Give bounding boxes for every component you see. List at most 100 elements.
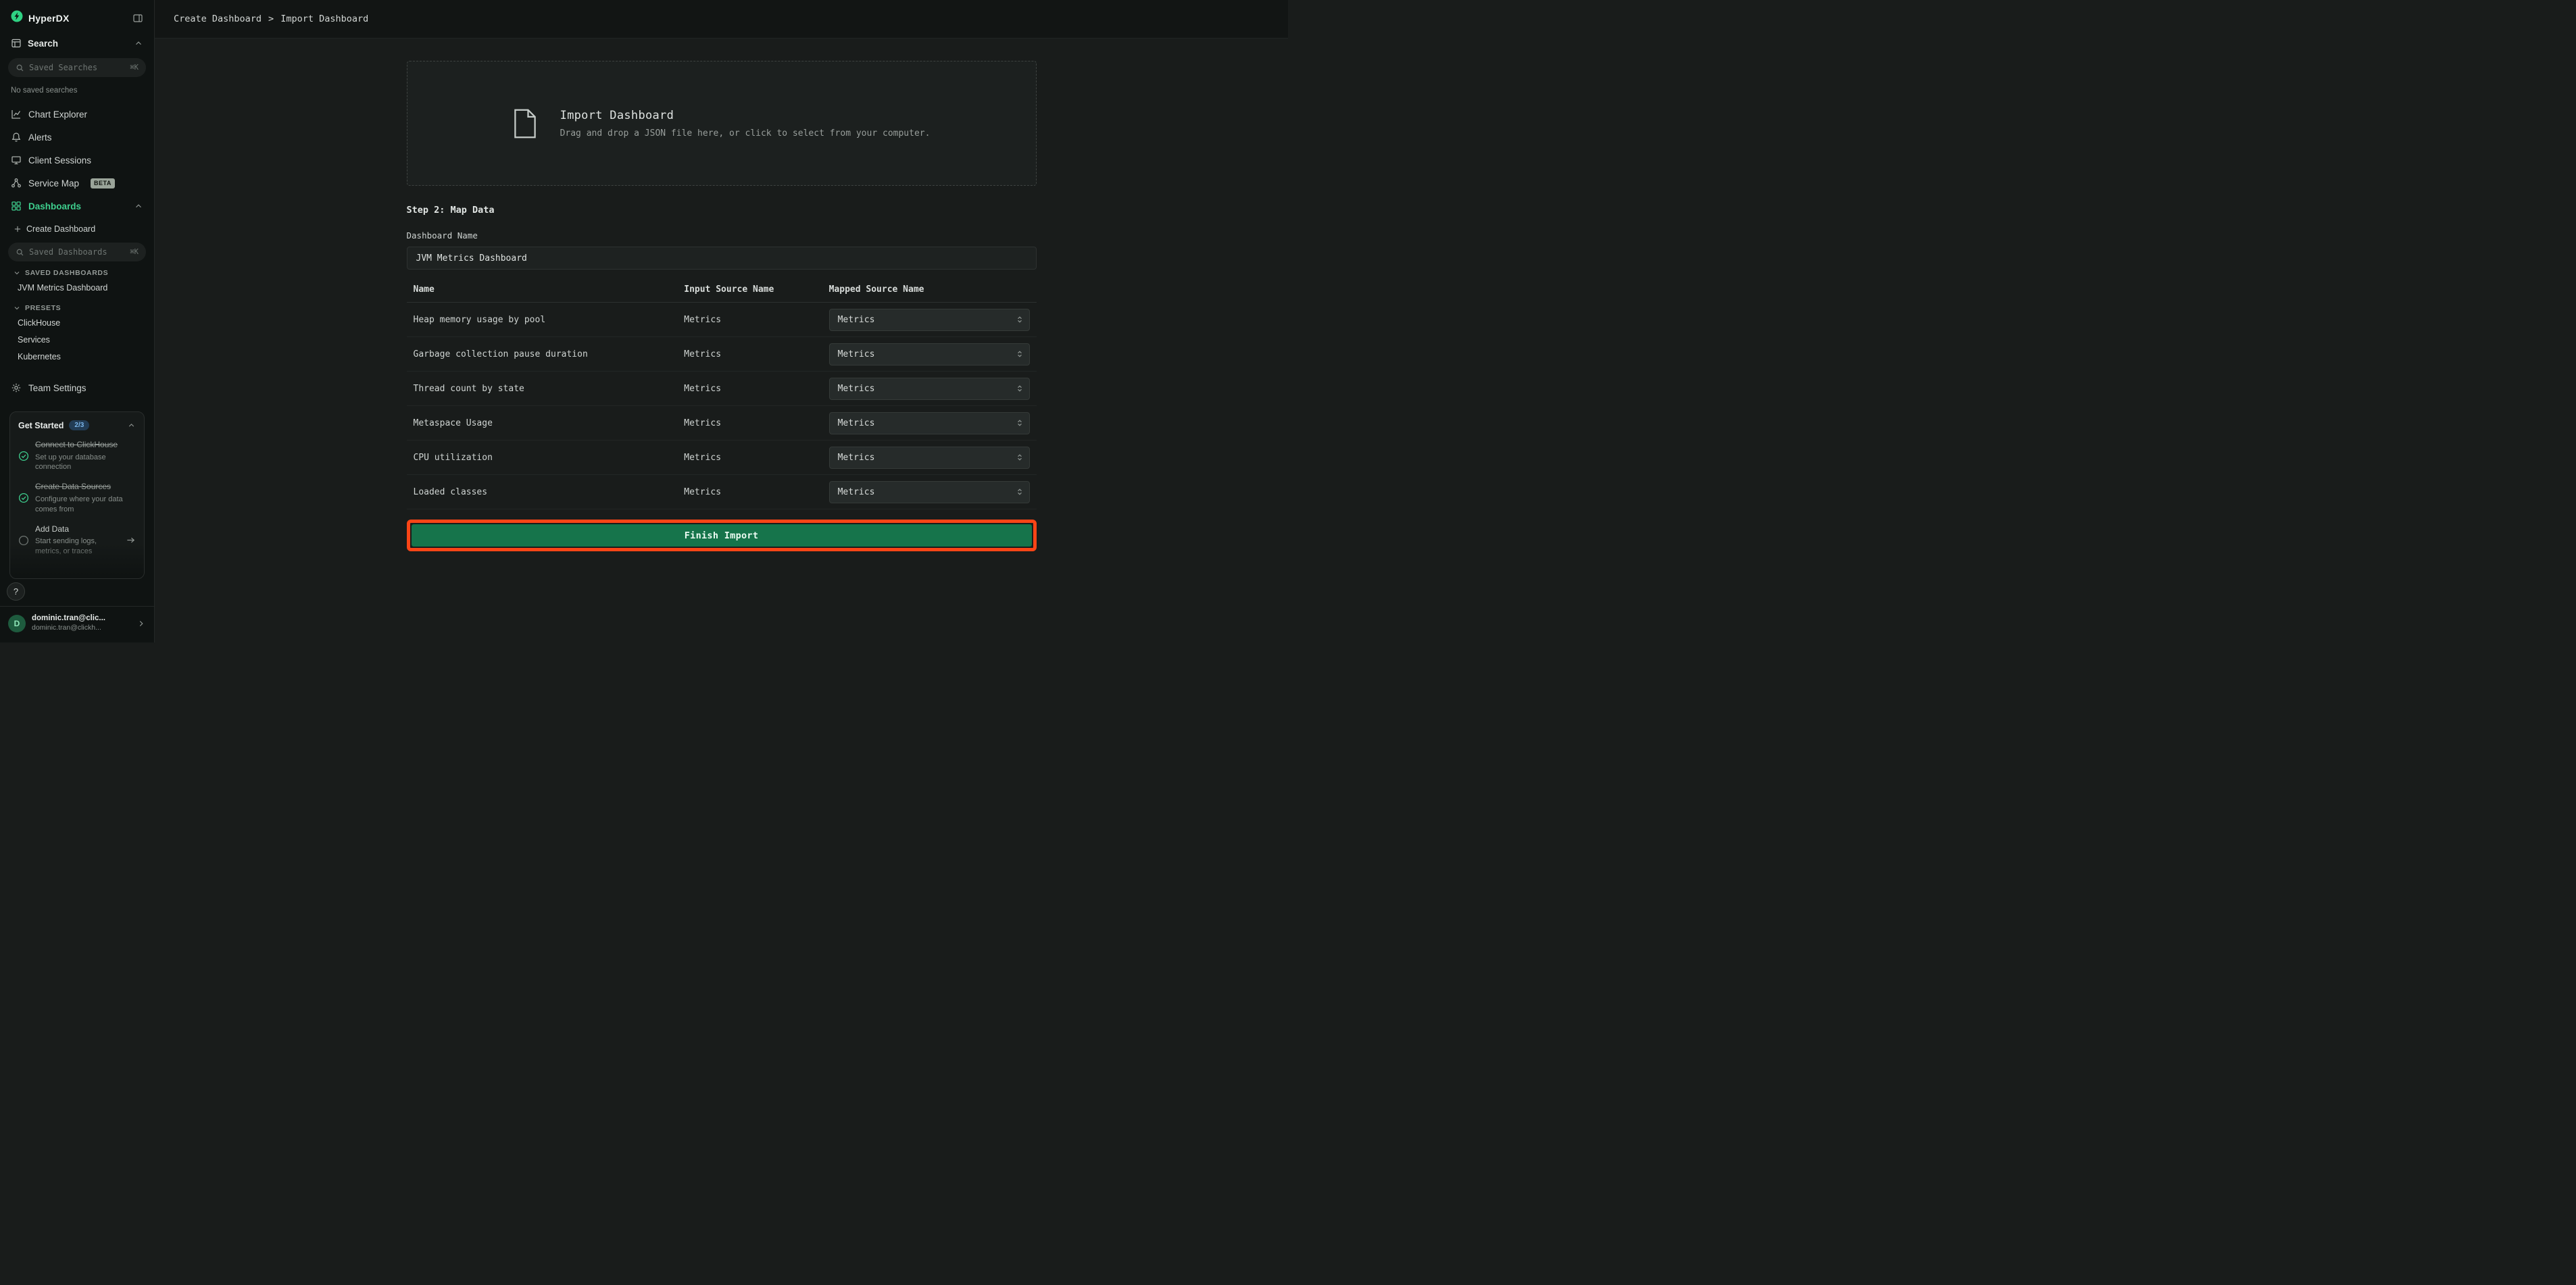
- nav-label: Alerts: [28, 132, 52, 143]
- mapped-source-select[interactable]: Metrics: [829, 309, 1031, 331]
- sidebar-item-chart-explorer[interactable]: Chart Explorer: [0, 103, 154, 126]
- app-title: HyperDX: [28, 13, 70, 24]
- finish-import-button[interactable]: Finish Import: [412, 524, 1032, 547]
- sidebar-item-alerts[interactable]: Alerts: [0, 126, 154, 149]
- get-started-item-title: Create Data Sources: [35, 482, 136, 493]
- logo-row: HyperDX: [0, 0, 154, 32]
- preset-item-clickhouse[interactable]: ClickHouse: [0, 315, 154, 332]
- get-started-item-subtitle: Set up your database connection: [35, 453, 136, 473]
- search-section-toggle[interactable]: Search: [0, 32, 154, 55]
- saved-dashboards-input[interactable]: [29, 247, 125, 257]
- get-started-item-connect[interactable]: Connect to ClickHouse Set up your databa…: [18, 440, 136, 472]
- nav-label: Dashboards: [28, 201, 81, 211]
- team-settings-label: Team Settings: [28, 383, 86, 393]
- empty-circle-icon: [18, 535, 29, 546]
- help-button[interactable]: ?: [7, 582, 25, 601]
- mapping-table-body: Heap memory usage by pool Metrics Metric…: [407, 303, 1037, 509]
- row-name: Thread count by state: [407, 384, 678, 394]
- row-name: Garbage collection pause duration: [407, 349, 678, 359]
- table-row: Thread count by state Metrics Metrics: [407, 372, 1037, 406]
- presets-section-toggle[interactable]: Presets: [0, 297, 154, 315]
- mapping-table-header: Name Input Source Name Mapped Source Nam…: [407, 284, 1037, 303]
- mapped-source-select[interactable]: Metrics: [829, 343, 1031, 366]
- top-bar: Create Dashboard > Import Dashboard: [155, 0, 1288, 39]
- check-circle-icon: [18, 451, 29, 461]
- gear-icon: [11, 382, 22, 393]
- sidebar-item-service-map[interactable]: Service Map BETA: [0, 172, 154, 195]
- get-started-header[interactable]: Get Started 2/3: [18, 420, 136, 430]
- chevron-down-icon: [13, 304, 21, 312]
- sidebar-nav: Chart Explorer Alerts Client Sessions Se…: [0, 103, 154, 218]
- row-name: Loaded classes: [407, 487, 678, 497]
- chevron-right-icon: [137, 619, 146, 628]
- chevron-up-icon: [134, 39, 143, 48]
- saved-searches-search[interactable]: ⌘K: [8, 58, 146, 77]
- user-name: dominic.tran@clic...: [32, 613, 130, 624]
- saved-searches-input[interactable]: [29, 63, 125, 72]
- shortcut-badge: ⌘K: [130, 64, 139, 72]
- preset-item-services[interactable]: Services: [0, 332, 154, 349]
- progress-badge: 2/3: [69, 420, 89, 430]
- sidebar-item-team-settings[interactable]: Team Settings: [0, 376, 154, 399]
- create-dashboard-button[interactable]: Create Dashboard: [0, 219, 154, 239]
- mapped-source-value: Metrics: [838, 384, 875, 394]
- select-chevrons-icon: [1016, 350, 1024, 358]
- chevron-up-icon: [127, 421, 136, 430]
- sidebar-item-client-sessions[interactable]: Client Sessions: [0, 149, 154, 172]
- table-row: Heap memory usage by pool Metrics Metric…: [407, 303, 1037, 337]
- saved-dashboards-section-label: Saved Dashboards: [25, 269, 108, 277]
- mapped-source-value: Metrics: [838, 418, 875, 428]
- select-chevrons-icon: [1016, 453, 1024, 461]
- row-name: CPU utilization: [407, 453, 678, 463]
- service-map-icon: [11, 178, 22, 188]
- breadcrumb-parent[interactable]: Create Dashboard: [174, 14, 262, 24]
- get-started-item-subtitle: Start sending logs, metrics, or traces: [35, 536, 117, 557]
- arrow-right-icon: [126, 535, 136, 545]
- mapped-source-select[interactable]: Metrics: [829, 412, 1031, 434]
- sidebar: HyperDX Search ⌘K No saved searches: [0, 0, 155, 642]
- dropzone-subtitle: Drag and drop a JSON file here, or click…: [560, 128, 931, 138]
- preset-item-kubernetes[interactable]: Kubernetes: [0, 349, 154, 366]
- annotation-highlight-box: Finish Import: [407, 520, 1037, 551]
- get-started-item-sources[interactable]: Create Data Sources Configure where your…: [18, 482, 136, 514]
- chevron-up-icon: [134, 201, 143, 211]
- dashboard-name-input[interactable]: [407, 247, 1037, 270]
- search-section-label: Search: [28, 39, 58, 49]
- table-row: Garbage collection pause duration Metric…: [407, 337, 1037, 372]
- shortcut-badge: ⌘K: [130, 248, 139, 256]
- select-chevrons-icon: [1016, 419, 1024, 427]
- row-input-source-name: Metrics: [677, 315, 822, 325]
- saved-dashboards-section-toggle[interactable]: Saved Dashboards: [0, 261, 154, 280]
- saved-dashboards-search[interactable]: ⌘K: [8, 243, 146, 261]
- sidebar-collapse-icon[interactable]: [132, 13, 143, 24]
- row-input-source-name: Metrics: [677, 349, 822, 359]
- import-dropzone[interactable]: Import Dashboard Drag and drop a JSON fi…: [407, 61, 1037, 186]
- nav-label: Service Map: [28, 178, 79, 188]
- row-input-source-name: Metrics: [677, 453, 822, 463]
- row-name: Metaspace Usage: [407, 418, 678, 428]
- search-icon: [16, 64, 24, 72]
- main-area: Create Dashboard > Import Dashboard Impo…: [155, 0, 1288, 642]
- saved-dashboard-item[interactable]: JVM Metrics Dashboard: [0, 280, 154, 297]
- mapped-source-select[interactable]: Metrics: [829, 378, 1031, 400]
- row-input-source-name: Metrics: [677, 384, 822, 394]
- row-input-source-name: Metrics: [677, 487, 822, 497]
- create-dashboard-label: Create Dashboard: [26, 224, 95, 234]
- get-started-item-add-data[interactable]: Add Data Start sending logs, metrics, or…: [18, 524, 136, 557]
- sidebar-item-dashboards[interactable]: Dashboards: [0, 195, 154, 218]
- breadcrumb-current: Import Dashboard: [280, 14, 368, 24]
- monitor-icon: [11, 155, 22, 166]
- table-row: CPU utilization Metrics Metrics: [407, 440, 1037, 475]
- plus-icon: [14, 225, 22, 233]
- user-menu[interactable]: D dominic.tran@clic... dominic.tran@clic…: [0, 606, 154, 642]
- beta-badge: BETA: [91, 178, 115, 188]
- mapped-source-value: Metrics: [838, 487, 875, 497]
- mapped-source-select[interactable]: Metrics: [829, 447, 1031, 469]
- dashboards-grid-icon: [11, 201, 22, 211]
- dropzone-title: Import Dashboard: [560, 109, 931, 122]
- mapping-table: Name Input Source Name Mapped Source Nam…: [407, 284, 1037, 509]
- content-scroll[interactable]: Import Dashboard Drag and drop a JSON fi…: [155, 39, 1288, 642]
- chevron-down-icon: [13, 269, 21, 277]
- get-started-item-title: Connect to ClickHouse: [35, 440, 136, 451]
- mapped-source-select[interactable]: Metrics: [829, 481, 1031, 503]
